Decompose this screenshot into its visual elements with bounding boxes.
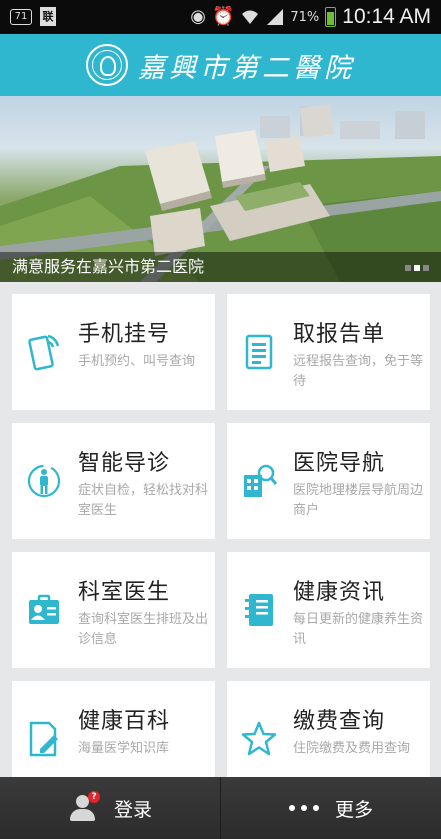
card-description: 海量医学知识库 bbox=[78, 741, 170, 756]
card-description: 症状自检，轻松找对科室医生 bbox=[78, 483, 209, 518]
encyclopedia-edit-icon bbox=[29, 721, 58, 757]
doctor-badge-icon bbox=[29, 594, 59, 624]
menu-card-department-doctor[interactable]: 科室医生 查询科室医生排班及出诊信息 bbox=[12, 552, 215, 668]
card-title: 健康资讯 bbox=[293, 580, 386, 605]
card-title: 手机挂号 bbox=[78, 322, 171, 347]
more-dots-icon bbox=[288, 805, 319, 811]
card-description: 远程报告查询，免于等待 bbox=[293, 354, 424, 389]
clock: 10:14 AM bbox=[342, 5, 431, 28]
carousel-dot[interactable] bbox=[405, 265, 411, 271]
login-button[interactable]: ? 登录 bbox=[0, 777, 220, 839]
document-notification-icon: 联 bbox=[40, 7, 56, 26]
card-title: 健康百科 bbox=[78, 709, 171, 734]
card-description: 每日更新的健康养生资讯 bbox=[293, 612, 424, 647]
card-description: 住院缴费及费用查询 bbox=[293, 741, 411, 756]
banner-caption: 满意服务在嘉兴市第二医院 bbox=[12, 257, 205, 276]
carousel-dot[interactable] bbox=[423, 265, 429, 271]
card-description: 手机预约、叫号查询 bbox=[78, 354, 196, 369]
login-label: 登录 bbox=[113, 798, 152, 821]
card-title: 取报告单 bbox=[293, 322, 386, 347]
star-icon bbox=[241, 721, 277, 756]
login-badge: ? bbox=[87, 791, 100, 803]
menu-card-smart-guide[interactable]: 智能导诊 症状自检，轻松找对科室医生 bbox=[12, 423, 215, 539]
menu-card-health-news[interactable]: 健康资讯 每日更新的健康养生资讯 bbox=[227, 552, 430, 668]
alarm-icon: ⏰ bbox=[211, 6, 235, 27]
hospital-logo-icon bbox=[86, 44, 128, 86]
carousel-indicator[interactable] bbox=[405, 265, 429, 271]
eye-icon: ◉ bbox=[190, 6, 206, 27]
card-title: 医院导航 bbox=[293, 451, 386, 476]
app-header: 嘉興市第二醫院 bbox=[0, 34, 441, 96]
battery-icon bbox=[325, 7, 337, 27]
phone-register-icon bbox=[28, 334, 60, 371]
card-title: 智能导诊 bbox=[78, 451, 171, 476]
carousel-dot-active[interactable] bbox=[414, 265, 420, 271]
body-guide-icon bbox=[27, 464, 61, 498]
card-description: 查询科室医生排班及出诊信息 bbox=[78, 612, 209, 647]
hospital-navigation-icon bbox=[244, 464, 277, 497]
more-button[interactable]: 更多 bbox=[221, 777, 441, 839]
notebook-icon bbox=[245, 594, 273, 626]
more-label: 更多 bbox=[334, 798, 373, 821]
bottom-nav: ? 登录 更多 bbox=[0, 777, 441, 839]
battery-percent: 71% bbox=[290, 9, 320, 25]
signal-icon bbox=[267, 9, 284, 25]
status-bar: 71 联 ◉ ⏰ 71% 10:14 AM bbox=[0, 0, 441, 34]
notification-count-icon: 71 bbox=[10, 8, 32, 25]
hero-banner[interactable]: 满意服务在嘉兴市第二医院 bbox=[0, 96, 441, 282]
menu-card-phone-register[interactable]: 手机挂号 手机预约、叫号查询 bbox=[12, 294, 215, 410]
report-document-icon bbox=[245, 334, 273, 370]
menu-card-report[interactable]: 取报告单 远程报告查询，免于等待 bbox=[227, 294, 430, 410]
card-title: 科室医生 bbox=[78, 580, 171, 605]
hospital-name: 嘉興市第二醫院 bbox=[138, 52, 355, 84]
card-title: 缴费查询 bbox=[293, 709, 386, 734]
user-icon: ? bbox=[68, 791, 100, 823]
menu-card-hospital-navigation[interactable]: 医院导航 医院地理楼层导航周边商户 bbox=[227, 423, 430, 539]
wifi-icon bbox=[242, 10, 259, 24]
card-description: 医院地理楼层导航周边商户 bbox=[293, 483, 424, 518]
